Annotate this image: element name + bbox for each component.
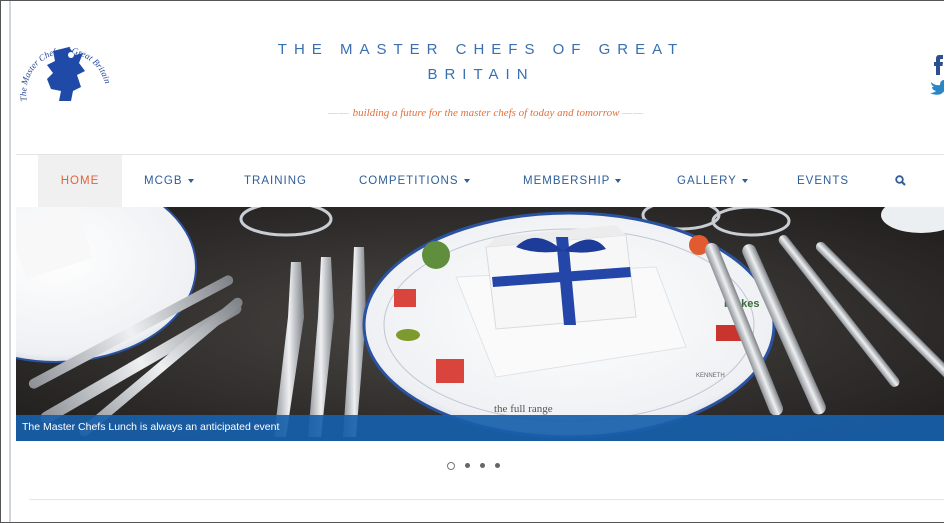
carousel-dot-3[interactable] bbox=[480, 463, 485, 468]
carousel-dot-2[interactable] bbox=[465, 463, 470, 468]
lion-crest-icon: The Master Chefs of Great Britain bbox=[18, 45, 113, 102]
nav-home-label: HOME bbox=[60, 175, 100, 187]
nav-training-label: TRAINING bbox=[244, 175, 307, 187]
main-nav: HOME MCGB TRAINING COMPETITIONS MEMBERSH… bbox=[16, 154, 944, 208]
section-divider bbox=[29, 499, 944, 500]
nav-membership[interactable]: MEMBERSHIP bbox=[523, 155, 622, 208]
caret-down-icon bbox=[615, 178, 622, 183]
carousel-dot-4[interactable] bbox=[495, 463, 500, 468]
caret-down-icon bbox=[187, 178, 194, 183]
hero-image: the full range brakes KENNETH bbox=[16, 207, 944, 441]
hero-slider[interactable]: the full range brakes KENNETH The Master… bbox=[16, 207, 944, 441]
site-logo[interactable]: The Master Chefs of Great Britain bbox=[13, 31, 113, 113]
nav-membership-label: MEMBERSHIP bbox=[523, 175, 611, 187]
caret-down-icon bbox=[463, 178, 470, 183]
left-border bbox=[9, 1, 11, 522]
nav-gallery-label: GALLERY bbox=[677, 175, 737, 187]
page-frame: The Master Chefs of Great Britain THE MA… bbox=[0, 0, 944, 523]
social-icons bbox=[929, 49, 944, 97]
nav-training[interactable]: TRAINING bbox=[244, 155, 307, 208]
nav-mcgb-label: MCGB bbox=[144, 175, 183, 187]
nav-events-label: EVENTS bbox=[797, 175, 850, 187]
nav-search[interactable] bbox=[895, 155, 906, 208]
nav-gallery[interactable]: GALLERY bbox=[677, 155, 748, 208]
twitter-icon[interactable] bbox=[929, 77, 944, 97]
carousel-dot-1[interactable] bbox=[447, 462, 455, 470]
tagline-text: building a future for the master chefs o… bbox=[352, 107, 620, 119]
nav-mcgb[interactable]: MCGB bbox=[144, 155, 194, 208]
caret-down-icon bbox=[741, 178, 748, 183]
plate-brand-kenneth: KENNETH bbox=[696, 373, 725, 379]
search-icon bbox=[895, 175, 906, 187]
nav-competitions-label: COMPETITIONS bbox=[359, 175, 459, 187]
plate-brand-full-range: the full range bbox=[494, 403, 553, 415]
nav-events[interactable]: EVENTS bbox=[797, 155, 849, 208]
nav-competitions[interactable]: COMPETITIONS bbox=[359, 155, 470, 208]
site-title[interactable]: THE MASTER CHEFS OF GREAT BRITAIN bbox=[241, 37, 721, 87]
nav-home[interactable]: HOME bbox=[38, 155, 122, 208]
hero-caption: The Master Chefs Lunch is always an anti… bbox=[22, 421, 280, 433]
site-tagline: —— building a future for the master chef… bbox=[328, 107, 644, 119]
hero-caption-bar: The Master Chefs Lunch is always an anti… bbox=[16, 415, 944, 441]
